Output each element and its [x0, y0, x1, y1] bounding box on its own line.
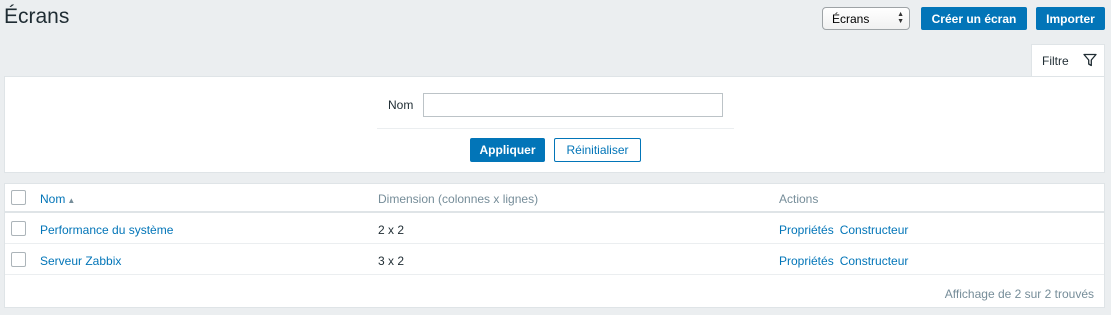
screen-dimension: 3 x 2: [378, 254, 405, 268]
filter-panel: Nom Appliquer Réinitialiser: [4, 76, 1105, 173]
screen-name-link[interactable]: Serveur Zabbix: [40, 254, 121, 268]
reset-button[interactable]: Réinitialiser: [554, 138, 641, 162]
results-count: Affichage de 2 sur 2 trouvés: [944, 287, 1094, 301]
filter-divider: [377, 128, 734, 129]
row-checkbox[interactable]: [11, 221, 26, 236]
row-actions: Propriétés Constructeur: [779, 254, 908, 268]
sort-ascending-icon: ▲: [67, 196, 76, 205]
filter-name-input[interactable]: [423, 93, 723, 117]
select-arrows-icon: ▲ ▼: [897, 11, 904, 25]
apply-button[interactable]: Appliquer: [470, 138, 545, 162]
page-header: Écrans Écrans ▲ ▼ Créer un écran Importer: [0, 0, 1111, 38]
row-checkbox[interactable]: [11, 252, 26, 267]
table-row: Performance du système 2 x 2 Propriétés C…: [5, 213, 1104, 244]
column-header-name[interactable]: Nom ▲: [40, 192, 75, 206]
row-actions: Propriétés Constructeur: [779, 223, 908, 237]
create-screen-button[interactable]: Créer un écran: [921, 7, 1027, 30]
properties-link[interactable]: Propriétés: [779, 254, 834, 268]
filter-name-label: Nom: [388, 98, 414, 112]
properties-link[interactable]: Propriétés: [779, 223, 834, 237]
screen-dimension: 2 x 2: [378, 223, 405, 237]
screens-table: Nom ▲ Dimension (colonnes x lignes) Actio…: [4, 183, 1105, 308]
constructor-link[interactable]: Constructeur: [840, 254, 909, 268]
screen-name-link[interactable]: Performance du système: [40, 223, 173, 237]
constructor-link[interactable]: Constructeur: [840, 223, 909, 237]
filter-tab-label: Filtre: [1042, 54, 1069, 68]
view-select-value: Écrans: [832, 12, 870, 26]
table-header-row: Nom ▲ Dimension (colonnes x lignes) Actio…: [5, 184, 1104, 213]
table-row: Serveur Zabbix 3 x 2 Propriétés Construct…: [5, 244, 1104, 275]
import-button[interactable]: Importer: [1036, 7, 1105, 30]
page-title: Écrans: [4, 5, 70, 28]
view-select[interactable]: Écrans ▲ ▼: [822, 7, 910, 30]
column-header-actions: Actions: [779, 192, 819, 206]
filter-tab[interactable]: Filtre: [1031, 44, 1105, 77]
column-header-dimension: Dimension (colonnes x lignes): [378, 192, 539, 206]
select-all-checkbox[interactable]: [11, 190, 26, 205]
filter-funnel-icon: [1083, 53, 1097, 67]
